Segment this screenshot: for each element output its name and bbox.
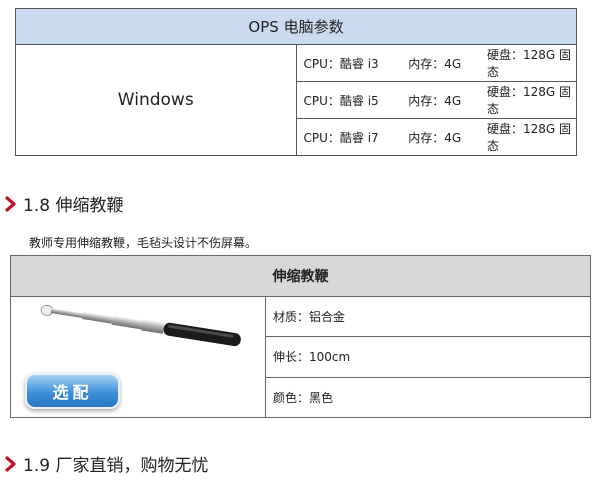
cpu-cell: CPU：酷睿 i7 [303, 130, 379, 145]
memory-cell: 内存：4G [408, 93, 462, 108]
pointer-spec-table: 伸缩教鞭 选配 材质：铝合金 伸长：100cm 颜色：黑色 [10, 255, 591, 418]
section-heading-1-9: 1.9 厂家直销，购物无忧 [3, 451, 208, 476]
pointer-spec-list: 材质：铝合金 伸长：100cm 颜色：黑色 [266, 297, 590, 417]
spec-material: 材质：铝合金 [266, 297, 590, 338]
section-heading-1-8: 1.8 伸缩教鞭 [3, 191, 123, 216]
spec-color: 颜色：黑色 [273, 390, 334, 405]
section-title: 1.9 厂家直销，购物无忧 [23, 456, 209, 476]
section-description: 教师专用伸缩教鞭，毛毡头设计不伤屏幕。 [29, 236, 258, 250]
cpu-cell: CPU：酷睿 i3 [303, 56, 379, 71]
memory-cell: 内存：4G [408, 130, 462, 145]
disk-cell: 硬盘：128G 固态 [487, 122, 572, 153]
spec-length: 伸长：100cm [266, 337, 590, 378]
pointer-table-header: 伸缩教鞭 [11, 256, 590, 297]
optional-badge: 选配 [25, 373, 120, 409]
pointer-image-cell: 选配 [11, 297, 266, 417]
disk-cell: 硬盘：128G 固态 [487, 48, 572, 79]
cpu-cell: CPU：酷睿 i5 [303, 93, 379, 108]
chevron-right-icon [5, 455, 16, 472]
chevron-right-icon [5, 195, 16, 212]
disk-cell: 硬盘：128G 固态 [487, 85, 572, 116]
ops-table-title: OPS 电脑参数 [15, 8, 577, 45]
table-row: CPU：酷睿 i3 内存：4G 硬盘：128G 固态 [295, 44, 577, 82]
os-label: Windows [15, 44, 297, 156]
memory-cell: 内存：4G [408, 56, 462, 71]
section-title: 1.8 伸缩教鞭 [23, 196, 124, 216]
table-row: CPU：酷睿 i7 内存：4G 硬盘：128G 固态 [295, 118, 577, 156]
table-row: CPU：酷睿 i5 内存：4G 硬盘：128G 固态 [295, 81, 577, 119]
ops-spec-table: OPS 电脑参数 Windows CPU：酷睿 i3 内存：4G 硬盘：128G… [15, 8, 577, 156]
